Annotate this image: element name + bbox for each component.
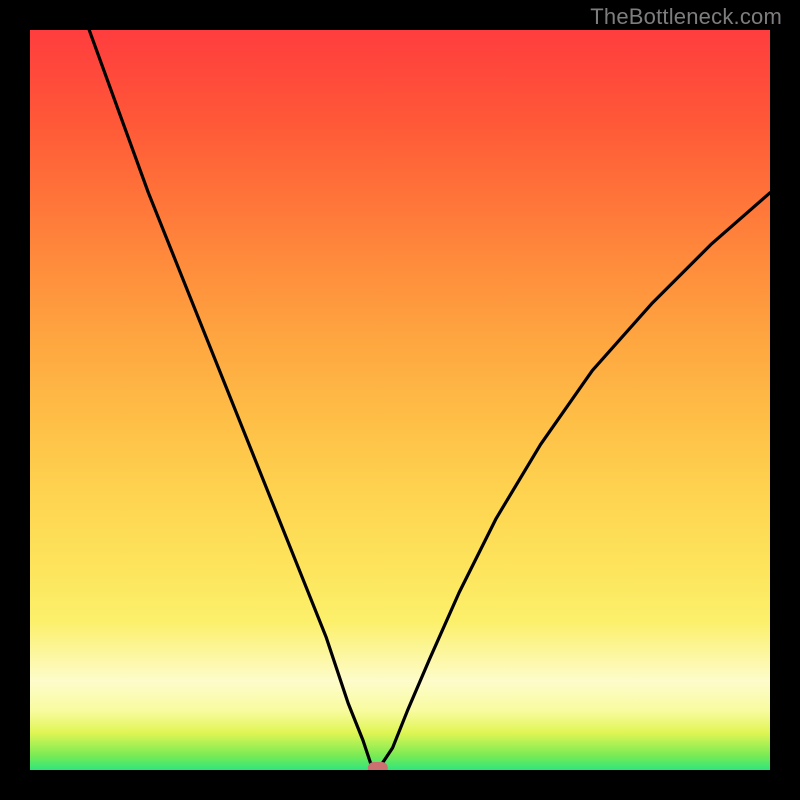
plot-svg xyxy=(30,30,770,770)
curve-left-branch xyxy=(89,30,378,770)
plot-area xyxy=(30,30,770,770)
chart-container: TheBottleneck.com xyxy=(0,0,800,800)
watermark-text: TheBottleneck.com xyxy=(590,4,782,30)
curve-right-branch xyxy=(378,193,770,770)
minimum-marker xyxy=(368,762,388,770)
